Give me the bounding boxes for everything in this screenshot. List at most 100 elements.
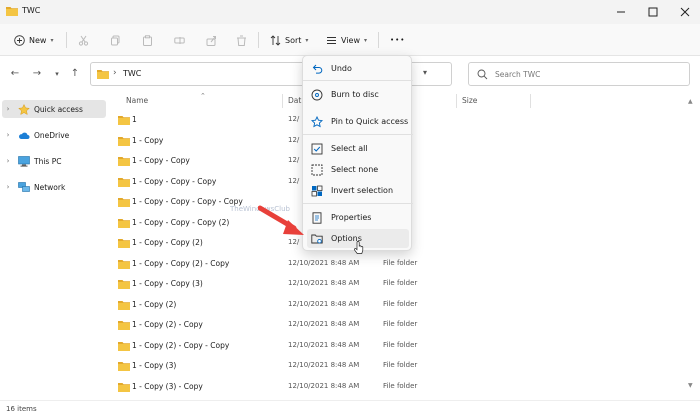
menu-item-label: Select none [331,165,379,174]
chevron-right-icon[interactable]: › [2,183,14,191]
scroll-up-icon[interactable]: ▲ [688,98,693,105]
sidebar-item-label: Quick access [34,104,83,114]
up-button[interactable]: ↑ [68,67,82,81]
date-modified: 12/ [288,176,300,185]
file-type: File folder [383,381,418,390]
share-button[interactable] [206,30,217,50]
file-type: File folder [383,279,418,287]
toolbar-divider [378,32,379,48]
column-divider[interactable] [456,94,457,108]
sidebar-item-onedrive[interactable]: › OneDrive [2,126,106,144]
date-modified: 12/10/2021 8:48 AM [288,258,360,267]
menu-item-label: Pin to Quick access [331,117,409,126]
chevron-right-icon[interactable]: › [2,157,14,165]
menu-item-undo[interactable]: Undo [307,59,409,78]
sidebar-item-label: This PC [34,156,62,166]
chevron-down-icon[interactable]: ▾ [423,68,427,77]
disc-icon [311,89,323,100]
menu-divider [303,134,413,135]
cut-button[interactable] [78,30,89,50]
star-outline-icon [311,115,323,127]
menu-divider [303,203,413,204]
folder-options-icon [311,234,323,243]
forward-button[interactable]: → [30,67,44,81]
column-divider[interactable] [282,94,283,108]
chevron-down-icon: ▾ [50,36,54,44]
sidebar-item-this-pc[interactable]: › This PC [2,152,106,170]
folder-icon [118,136,130,146]
chevron-right-icon[interactable]: › [2,105,14,113]
folder-icon [118,218,130,228]
date-modified: 12/ [288,156,300,164]
menu-item-pin-to-quick-access[interactable]: Pin to Quick access [307,112,409,131]
table-row[interactable]: 1 - Copy - Copy (3) 12/10/2021 8:48 AM F… [114,274,554,294]
menu-item-label: Undo [331,64,352,73]
file-name: 1 - Copy - Copy [132,156,190,165]
search-input[interactable]: Search TWC [468,62,690,86]
table-row[interactable]: 1 - Copy (2) 12/10/2021 8:48 AM File fol… [114,295,554,315]
chevron-right-icon[interactable]: › [2,131,14,139]
sidebar-item-label: OneDrive [34,130,70,140]
folder-icon [118,116,130,125]
select-none-icon [311,164,323,175]
menu-item-select-none[interactable]: Select none [307,160,409,179]
sidebar-item-network[interactable]: › Network [2,178,106,196]
scroll-down-icon[interactable]: ▼ [688,382,693,389]
file-name: 1 - Copy - Copy - Copy (2) [132,217,230,227]
column-header-date[interactable]: Dat [288,96,301,105]
table-row[interactable]: 1 - Copy - Copy (2) - Copy 12/10/2021 8:… [114,254,554,274]
date-modified: 12/ [288,238,300,246]
folder-icon [118,300,130,310]
file-type: File folder [383,320,418,328]
view-button[interactable]: View ▾ [326,30,367,50]
column-header-size[interactable]: Size [462,96,477,105]
menu-item-label: Burn to disc [331,90,379,99]
maximize-button[interactable] [644,4,662,20]
file-name: 1 - Copy - Copy (3) [132,279,203,288]
new-button[interactable]: New ▾ [14,30,53,50]
column-header-name[interactable]: Name [126,96,148,105]
menu-item-burn-to-disc[interactable]: Burn to disc [307,85,409,104]
menu-item-select-all[interactable]: Select all [307,139,409,158]
view-icon [327,36,336,44]
minimize-button[interactable] [612,4,630,20]
more-options-button[interactable]: ••• [390,30,405,50]
folder-icon [118,280,130,289]
date-modified: 12/ [288,135,300,144]
file-name: 1 - Copy - Copy (2) - Copy [132,258,230,268]
column-divider[interactable] [530,94,531,108]
search-icon [477,69,488,80]
sort-label: Sort [285,35,302,45]
rename-button[interactable] [174,30,185,50]
breadcrumb-separator: › [113,68,117,78]
table-row[interactable]: 1 - Copy (3) - Copy 12/10/2021 8:48 AM F… [114,377,554,397]
breadcrumb-item[interactable]: TWC [123,69,141,78]
menu-item-invert-selection[interactable]: Invert selection [307,181,409,200]
folder-icon [118,321,130,330]
file-name: 1 - Copy - Copy - Copy [132,176,217,186]
folder-icon [118,362,130,371]
table-row[interactable]: 1 - Copy (2) - Copy 12/10/2021 8:48 AM F… [114,315,554,335]
navigation-pane: › Quick access › OneDrive › This PC › Ne… [0,92,110,400]
folder-icon [118,157,130,166]
sidebar-item-quick-access[interactable]: › Quick access [2,100,106,118]
table-row[interactable]: 1 - Copy (3) 12/10/2021 8:48 AM File fol… [114,356,554,376]
table-row[interactable]: 1 - Copy (2) - Copy - Copy 12/10/2021 8:… [114,336,554,356]
delete-button[interactable] [236,30,247,50]
back-button[interactable]: ← [8,67,22,81]
menu-item-properties[interactable]: Properties [307,208,409,227]
chevron-down-icon: ▾ [305,36,309,44]
rename-icon [174,36,185,44]
file-type: File folder [383,340,418,349]
recent-locations-button[interactable]: ▾ [50,67,64,81]
sort-button[interactable]: Sort ▾ [270,30,308,50]
date-modified: 12/10/2021 8:48 AM [288,299,360,308]
file-name: 1 - Copy - Copy - Copy - Copy [132,197,243,206]
close-button[interactable] [676,4,694,20]
clipboard-icon [143,34,152,46]
cloud-icon [19,132,30,139]
undo-icon [312,64,323,74]
copy-button[interactable] [110,30,121,50]
vertical-scrollbar[interactable]: ▲ ▼ [688,92,696,400]
paste-button[interactable] [142,30,153,50]
